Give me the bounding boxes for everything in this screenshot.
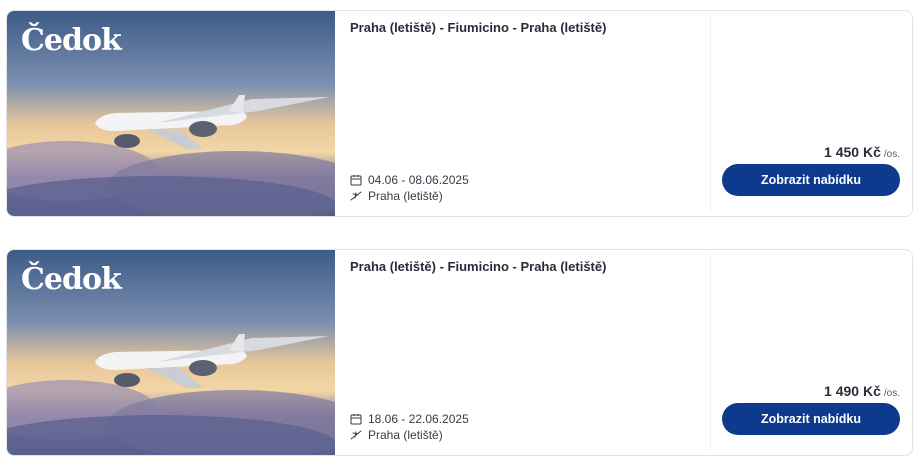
offer-meta: 18.06 - 22.06.2025 Praha (letiště) (350, 411, 469, 443)
offer-card[interactable]: Čedok Praha (letiště) - Fiumicino - Prah… (6, 249, 913, 456)
route-title[interactable]: Praha (letiště) - Fiumicino - Praha (let… (350, 20, 695, 35)
departure-airport: Praha (letiště) (368, 428, 443, 442)
travel-dates: 18.06 - 22.06.2025 (368, 412, 469, 426)
plane-departure-icon (350, 430, 362, 440)
offer-price-panel: 1 490 Kč/os. Zobrazit nabídku (711, 250, 912, 455)
calendar-icon (350, 175, 362, 186)
price-amount: 1 450 Kč (824, 144, 881, 160)
departure-row: Praha (letiště) (350, 188, 469, 204)
departure-airport: Praha (letiště) (368, 189, 443, 203)
offer-photo[interactable]: Čedok (7, 250, 335, 455)
date-row: 04.06 - 08.06.2025 (350, 172, 469, 188)
plane-departure-icon (350, 191, 362, 201)
price-unit: /os. (883, 388, 900, 399)
price: 1 490 Kč/os. (824, 383, 900, 399)
route-title[interactable]: Praha (letiště) - Fiumicino - Praha (let… (350, 259, 695, 274)
offer-info: Praha (letiště) - Fiumicino - Praha (let… (335, 11, 710, 216)
offer-info: Praha (letiště) - Fiumicino - Praha (let… (335, 250, 710, 455)
offer-price-panel: 1 450 Kč/os. Zobrazit nabídku (711, 11, 912, 216)
calendar-icon (350, 414, 362, 425)
cedok-logo: Čedok (21, 262, 122, 297)
cedok-logo: Čedok (21, 23, 122, 58)
offer-photo[interactable]: Čedok (7, 11, 335, 216)
date-row: 18.06 - 22.06.2025 (350, 411, 469, 427)
price: 1 450 Kč/os. (824, 144, 900, 160)
price-unit: /os. (883, 149, 900, 160)
offer-card[interactable]: Čedok Praha (letiště) - Fiumicino - Prah… (6, 10, 913, 217)
departure-row: Praha (letiště) (350, 427, 469, 443)
show-offer-button[interactable]: Zobrazit nabídku (722, 403, 900, 435)
show-offer-button[interactable]: Zobrazit nabídku (722, 164, 900, 196)
price-amount: 1 490 Kč (824, 383, 881, 399)
travel-dates: 04.06 - 08.06.2025 (368, 173, 469, 187)
offer-meta: 04.06 - 08.06.2025 Praha (letiště) (350, 172, 469, 204)
